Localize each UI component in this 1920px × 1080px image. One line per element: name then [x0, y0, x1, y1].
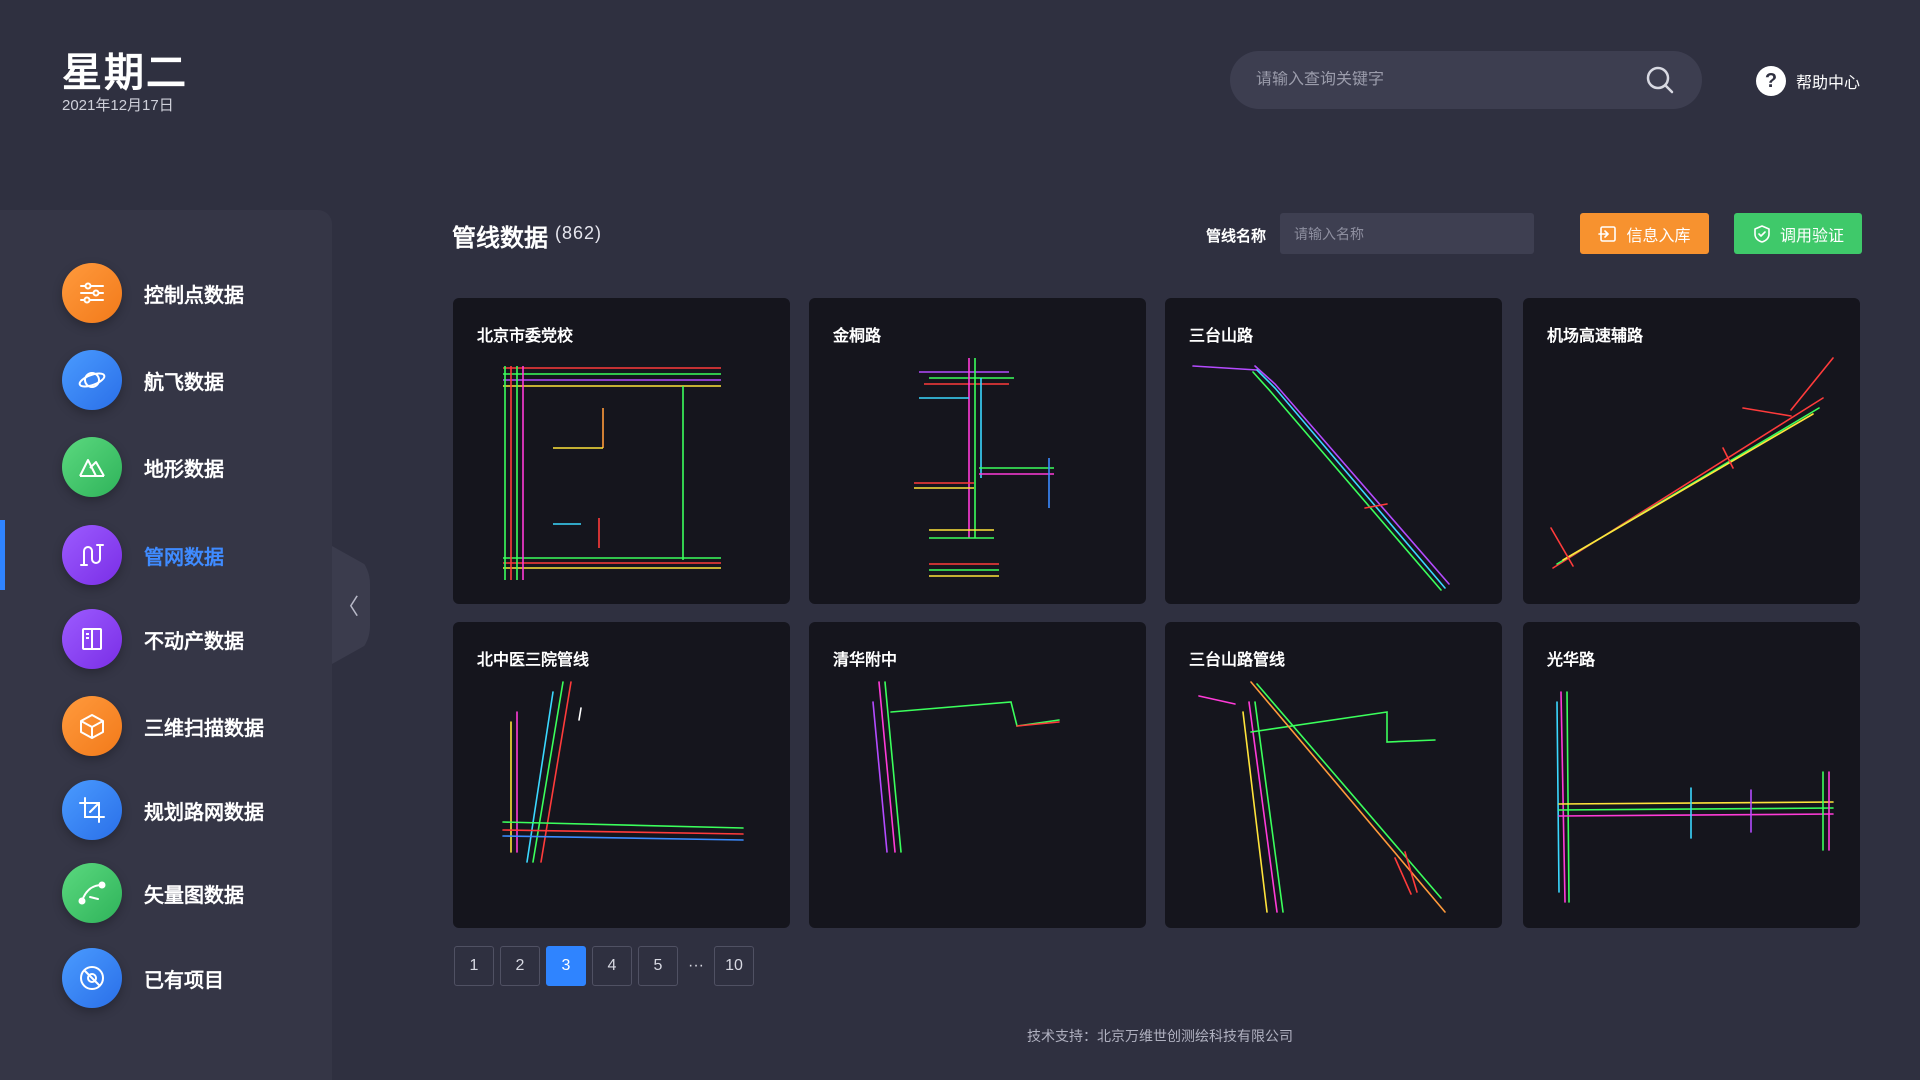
weekday-label: 星期二: [62, 51, 188, 95]
pipeline-name-input[interactable]: [1280, 213, 1534, 254]
import-button-label: 信息入库: [1626, 227, 1691, 245]
sidebar-item-pipe-network[interactable]: 管网数据: [0, 520, 332, 590]
data-card-tsinghua-high[interactable]: 清华附中: [809, 622, 1146, 928]
cube-icon: [62, 696, 122, 756]
help-center-link[interactable]: ? 帮助中心: [1756, 66, 1860, 96]
sidebar-item-label: 不动产数据: [144, 630, 244, 653]
sliders-icon: [62, 263, 122, 323]
data-card-jintong-road[interactable]: 金桐路: [809, 298, 1146, 604]
sidebar-item-label: 地形数据: [144, 458, 224, 481]
sidebar-item-existing-projects[interactable]: 已有项目: [0, 943, 332, 1013]
card-title: 机场高速辅路: [1547, 328, 1644, 345]
footer-credit: 技术支持：北京万维世创测绘科技有限公司: [1027, 1028, 1293, 1044]
record-count: (862): [555, 223, 603, 243]
filter-label: 管线名称: [1206, 228, 1267, 245]
sidebar-item-label: 矢量图数据: [144, 884, 244, 907]
data-card-santaishan-road[interactable]: 三台山路: [1165, 298, 1502, 604]
page-button-last[interactable]: 10: [714, 946, 754, 986]
card-title: 光华路: [1547, 652, 1596, 669]
sidebar-item-label: 航飞数据: [144, 371, 224, 394]
page-button[interactable]: 2: [500, 946, 540, 986]
pipe-icon: [62, 525, 122, 585]
data-card-tcm-hospital[interactable]: 北中医三院管线: [453, 622, 790, 928]
data-card-santaishan-pipeline[interactable]: 三台山路管线: [1165, 622, 1502, 928]
chevron-left-icon: 〈: [336, 594, 359, 619]
help-center-label: 帮助中心: [1796, 75, 1861, 92]
disc-icon: [62, 948, 122, 1008]
search-icon[interactable]: [1644, 64, 1676, 96]
page-button[interactable]: 1: [454, 946, 494, 986]
card-title: 北京市委党校: [477, 328, 574, 345]
import-button[interactable]: 信息入库: [1580, 213, 1709, 254]
sidebar-collapse-toggle[interactable]: 〈: [332, 546, 370, 664]
card-title: 三台山路: [1189, 328, 1254, 345]
verify-button[interactable]: 调用验证: [1734, 213, 1862, 254]
mountain-icon: [62, 437, 122, 497]
data-card-guanghua-road[interactable]: 光华路: [1523, 622, 1860, 928]
sidebar-item-road-planning[interactable]: 规划路网数据: [0, 775, 332, 845]
page-button[interactable]: 5: [638, 946, 678, 986]
sidebar-item-label: 控制点数据: [144, 284, 244, 307]
crop-icon: [62, 780, 122, 840]
sidebar-item-3d-scan[interactable]: 三维扫描数据: [0, 691, 332, 761]
vector-pen-icon: [62, 863, 122, 923]
data-card-airport-expressway[interactable]: 机场高速辅路: [1523, 298, 1860, 604]
sidebar-item-label: 管网数据: [144, 546, 224, 569]
search-bar: [1230, 51, 1702, 109]
planet-icon: [62, 350, 122, 410]
page-title: 管线数据: [452, 225, 548, 252]
page-button[interactable]: 4: [592, 946, 632, 986]
sidebar-item-control-points[interactable]: 控制点数据: [0, 258, 332, 328]
sidebar-item-terrain-data[interactable]: 地形数据: [0, 432, 332, 502]
sidebar-item-vector-map[interactable]: 矢量图数据: [0, 858, 332, 928]
page-button-current[interactable]: 3: [546, 946, 586, 986]
page-ellipsis: ···: [688, 957, 704, 974]
sidebar: 控制点数据 航飞数据 地形数据 管网数据 不动产数据 三维扫描数据 规划路网数据…: [0, 210, 332, 1080]
verify-button-label: 调用验证: [1779, 227, 1844, 245]
card-title: 北中医三院管线: [477, 652, 590, 669]
sidebar-item-flight-data[interactable]: 航飞数据: [0, 345, 332, 415]
import-icon: [1598, 225, 1617, 242]
sidebar-item-label: 已有项目: [144, 969, 224, 992]
sidebar-item-label: 三维扫描数据: [144, 717, 264, 740]
pagination: 1 2 3 4 5 ··· 10: [454, 946, 754, 986]
sidebar-item-real-estate[interactable]: 不动产数据: [0, 604, 332, 674]
date-label: 2021年12月17日: [62, 97, 174, 114]
card-title: 金桐路: [833, 328, 882, 345]
data-card-party-school[interactable]: 北京市委党校: [453, 298, 790, 604]
search-input[interactable]: [1256, 71, 1644, 89]
card-title: 清华附中: [833, 652, 898, 669]
shield-check-icon: [1754, 224, 1770, 243]
sidebar-item-label: 规划路网数据: [144, 801, 264, 824]
book-icon: [62, 609, 122, 669]
question-icon: ?: [1756, 66, 1786, 96]
card-title: 三台山路管线: [1189, 652, 1286, 669]
